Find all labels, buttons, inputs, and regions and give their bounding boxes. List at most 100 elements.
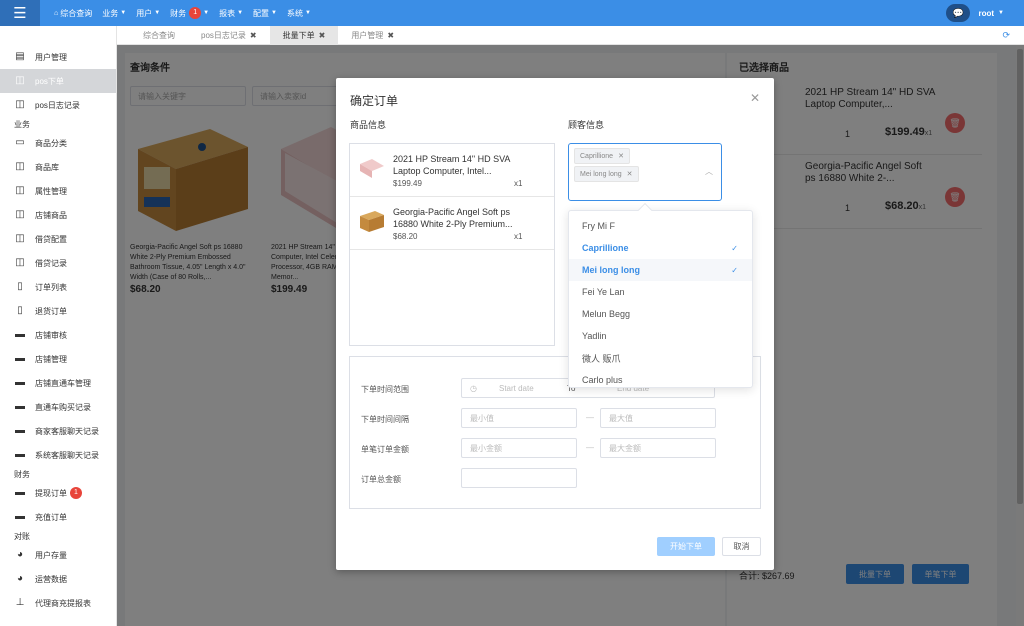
sidebar-item[interactable]: ▬ 充值订单 bbox=[0, 505, 116, 529]
amount-min-input[interactable]: 最小金额 bbox=[461, 438, 577, 458]
user-menu[interactable]: root bbox=[978, 9, 994, 18]
sidebar-item[interactable]: ▬ 店铺直通车管理 bbox=[0, 371, 116, 395]
customer-option[interactable]: Yadlin bbox=[569, 325, 752, 347]
pie-icon: ◕ bbox=[16, 549, 24, 560]
sidebar-item-label: 借贷配置 bbox=[35, 234, 67, 244]
sidebar-item[interactable]: ◫ 店铺商品 bbox=[0, 203, 116, 227]
selected-customer-tag: Caprillione ✕ bbox=[574, 148, 630, 164]
laptop-thumbnail bbox=[358, 156, 386, 180]
menu-toggle-icon[interactable]: ☰ bbox=[0, 0, 40, 26]
caret-down-icon: ▼ bbox=[203, 10, 210, 16]
tab-batch-order[interactable]: 批量下单 ✖ bbox=[269, 25, 339, 45]
card-icon: ▬ bbox=[15, 487, 25, 498]
sidebar-item[interactable]: ▤ 用户管理 bbox=[0, 45, 116, 69]
customer-option[interactable]: Fei Ye Lan bbox=[569, 281, 752, 303]
sidebar-item[interactable]: ▬ 系统客服聊天记录 bbox=[0, 443, 116, 467]
sidebar-item-label: pos日志记录 bbox=[35, 100, 80, 110]
nav-config[interactable]: 配置 ▼ bbox=[253, 8, 277, 19]
sidebar-item[interactable]: ▬ 直通车购买记录 bbox=[0, 395, 116, 419]
close-icon[interactable]: ✕ bbox=[750, 91, 760, 105]
customer-select[interactable]: Caprillione ✕ Mei long long ✕ ︿ bbox=[568, 143, 722, 201]
customer-option[interactable]: Fry Mi F bbox=[569, 215, 752, 237]
close-tab-icon[interactable]: ✖ bbox=[319, 31, 326, 40]
sidebar-item[interactable]: ▭ 商品分类 bbox=[0, 131, 116, 155]
sidebar-item-label: 借贷记录 bbox=[35, 258, 67, 268]
customer-option[interactable]: Melun Begg bbox=[569, 303, 752, 325]
goods-qty: x1 bbox=[514, 232, 523, 241]
columns-icon: ◫ bbox=[15, 209, 25, 220]
nav-users[interactable]: 用户 ▼ bbox=[136, 8, 160, 19]
sidebar-item[interactable]: ⊥ 代理商充提报表 bbox=[0, 591, 116, 615]
caret-down-icon: ▼ bbox=[237, 10, 244, 16]
sidebar-item[interactable]: ▬ 店铺审核 bbox=[0, 323, 116, 347]
customer-info-label: 顾客信息 bbox=[568, 120, 605, 130]
sidebar-item[interactable]: ◫ pos日志记录 bbox=[0, 93, 116, 117]
refresh-icon[interactable]: ⟳ bbox=[1002, 30, 1010, 41]
chat-icon[interactable]: 💬 bbox=[946, 4, 971, 22]
start-order-button[interactable]: 开始下单 bbox=[657, 537, 715, 556]
selected-customer-tag: Mei long long ✕ bbox=[574, 166, 639, 182]
goods-name: 2021 HP Stream 14" HD SVA Laptop Compute… bbox=[393, 154, 510, 176]
total-amount-input[interactable] bbox=[461, 468, 577, 488]
notification-badge: 1 bbox=[189, 7, 202, 19]
sidebar-item[interactable]: ◫ pos下单 bbox=[0, 69, 116, 93]
sidebar-item[interactable]: ▯ 退货订单 bbox=[0, 299, 116, 323]
card-icon: ▬ bbox=[15, 401, 25, 412]
card-icon: ▬ bbox=[15, 425, 25, 436]
card-icon: ▬ bbox=[15, 449, 25, 460]
nav-system[interactable]: 系统 ▼ bbox=[287, 8, 311, 19]
close-tab-icon[interactable]: ✖ bbox=[250, 31, 257, 40]
dialog-title: 确定订单 bbox=[350, 94, 399, 108]
columns-icon: ◫ bbox=[15, 257, 25, 268]
chevron-up-icon: ︿ bbox=[705, 167, 713, 176]
pie-icon: ◕ bbox=[16, 573, 24, 584]
sidebar-item-label: 店铺商品 bbox=[35, 210, 67, 220]
sidebar-item-label: 店铺直通车管理 bbox=[35, 378, 91, 388]
customer-option[interactable]: Caprillione ✓ bbox=[569, 237, 752, 259]
customer-option[interactable]: Mei long long ✓ bbox=[569, 259, 752, 281]
sidebar-item[interactable]: ◕ 用户存量 bbox=[0, 543, 116, 567]
interval-min-input[interactable]: 最小值 bbox=[461, 408, 577, 428]
sidebar-item[interactable]: ◕ 运营数据 bbox=[0, 567, 116, 591]
sidebar-item-label: 用户管理 bbox=[35, 52, 67, 62]
sidebar-item-label: 提现订单 bbox=[35, 488, 67, 498]
remove-tag-icon[interactable]: ✕ bbox=[618, 152, 624, 160]
sidebar-item[interactable]: ▬ 商家客服聊天记录 bbox=[0, 419, 116, 443]
sidebar-item[interactable]: ▬ 提现订单 1 bbox=[0, 481, 116, 505]
card-icon: ▬ bbox=[15, 377, 25, 388]
customer-option[interactable]: 微人 贩爪 bbox=[569, 347, 752, 369]
nav-home[interactable]: ⌂ 综合查询 bbox=[54, 8, 92, 19]
sidebar-item-label: 系统客服聊天记录 bbox=[35, 450, 99, 460]
sidebar-item[interactable]: ◫ 借贷配置 bbox=[0, 227, 116, 251]
tab-pos-log[interactable]: pos日志记录 ✖ bbox=[188, 26, 270, 45]
sidebar-item[interactable]: ◫ 借贷记录 bbox=[0, 251, 116, 275]
nav-business[interactable]: 业务 ▼ bbox=[102, 8, 126, 19]
tab-overview[interactable]: 综合查询 bbox=[130, 26, 188, 45]
card-icon: ▬ bbox=[15, 353, 25, 364]
close-tab-icon[interactable]: ✖ bbox=[387, 31, 394, 40]
sidebar: ▤ 用户管理 ◫ pos下单 ◫ pos日志记录 业务 ▭ 商品分类 ◫ 商品库 ◫ 属性管理 ◫ 店铺商品… bbox=[0, 26, 117, 626]
sidebar-item[interactable]: ▬ 店铺管理 bbox=[0, 347, 116, 371]
order-amount-label: 单笔订单金额 bbox=[361, 445, 409, 454]
notification-badge: 1 bbox=[70, 487, 82, 499]
sidebar-item[interactable]: ▯ 订单列表 bbox=[0, 275, 116, 299]
document-icon: ▤ bbox=[15, 51, 25, 62]
columns-icon: ◫ bbox=[15, 161, 25, 172]
amount-max-input[interactable]: 最大金额 bbox=[600, 438, 716, 458]
cancel-button[interactable]: 取消 bbox=[722, 537, 761, 556]
remove-tag-icon[interactable]: ✕ bbox=[627, 170, 633, 178]
goods-price: $68.20 bbox=[393, 232, 418, 241]
sidebar-item-label: 代理商充提报表 bbox=[35, 598, 91, 608]
goods-list: 2021 HP Stream 14" HD SVA Laptop Compute… bbox=[349, 143, 555, 346]
sidebar-item[interactable]: ◫ 商品库 bbox=[0, 155, 116, 179]
sidebar-item-label: 退货订单 bbox=[35, 306, 67, 316]
columns-icon: ◫ bbox=[15, 233, 25, 244]
nav-reports[interactable]: 报表 ▼ bbox=[219, 8, 243, 19]
customer-option[interactable]: Carlo plus bbox=[569, 369, 752, 387]
tab-bar: 综合查询 pos日志记录 ✖ 批量下单 ✖ 用户管理 ✖ ⟳ bbox=[117, 25, 1024, 45]
tab-user-management[interactable]: 用户管理 ✖ bbox=[338, 26, 407, 45]
sidebar-item-label: 商品分类 bbox=[35, 138, 67, 148]
sidebar-item[interactable]: ◫ 属性管理 bbox=[0, 179, 116, 203]
nav-finance[interactable]: 财务 1 ▼ bbox=[170, 7, 209, 19]
interval-max-input[interactable]: 最大值 bbox=[600, 408, 716, 428]
